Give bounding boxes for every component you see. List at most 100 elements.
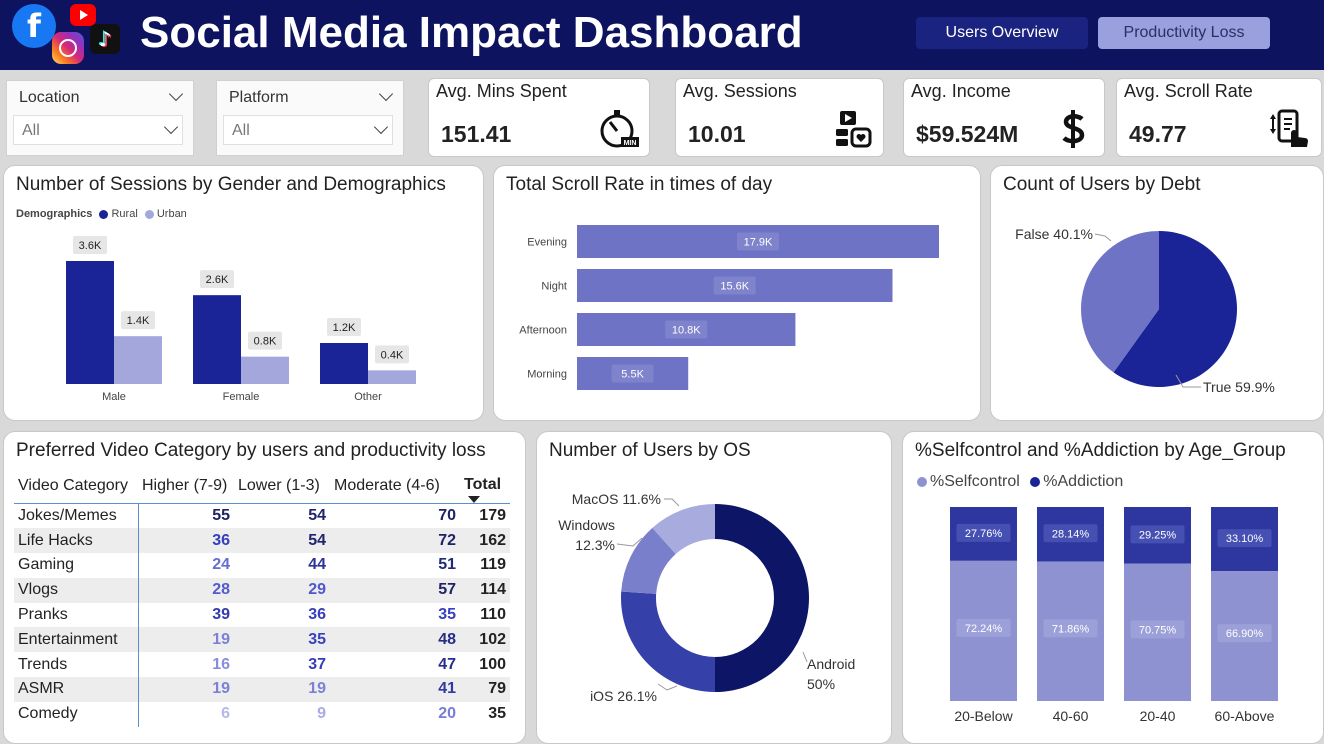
platform-dropdown[interactable]: All: [223, 115, 393, 145]
column-header[interactable]: Higher (7-9): [138, 468, 234, 504]
y-tick-label: Afternoon: [519, 325, 567, 337]
tiktok-icon: ♪: [90, 24, 120, 54]
users-overview-button[interactable]: Users Overview: [916, 17, 1088, 49]
table-row[interactable]: Jokes/Memes 55 54 70 179: [14, 503, 510, 529]
bar-data-label: 3.6K: [79, 240, 102, 252]
kpi-label: Avg. Income: [911, 81, 1011, 101]
youtube-icon: [70, 4, 96, 26]
value-cell: 16: [212, 655, 230, 673]
kpi-label: Avg. Mins Spent: [436, 81, 567, 101]
bar-urban[interactable]: [368, 370, 416, 384]
category-cell: Life Hacks: [14, 528, 139, 554]
kpi-avg-income: Avg. Income $59.524M: [903, 78, 1105, 157]
donut-label-android: Android: [807, 656, 855, 672]
addiction-data-label: 28.14%: [1052, 528, 1090, 540]
selfcontrol-data-label: 66.90%: [1226, 628, 1264, 640]
total-column-header[interactable]: Total: [460, 468, 510, 504]
x-tick-label: Female: [223, 391, 260, 403]
value-cell: 36: [138, 528, 234, 554]
bar-data-label: 15.6K: [720, 281, 749, 293]
table-row[interactable]: Pranks 39 36 35 110: [14, 602, 510, 628]
bar-rural[interactable]: [66, 261, 114, 384]
donut-slice-android[interactable]: [715, 504, 809, 692]
phone-scroll-icon: [1270, 109, 1308, 147]
x-tick-label: 20-Below: [954, 708, 1013, 724]
total-cell: 119: [480, 556, 506, 574]
location-value: All: [22, 122, 40, 139]
total-cell: 162: [460, 528, 510, 554]
category-cell: ASMR: [14, 677, 139, 702]
table-row[interactable]: Life Hacks 36 54 72 162: [14, 528, 510, 554]
table-row[interactable]: Trends 16 37 47 100: [14, 652, 510, 678]
x-tick-label: Male: [102, 391, 126, 403]
bar-rural[interactable]: [193, 295, 241, 384]
donut-slice-ios[interactable]: [621, 591, 715, 692]
platform-slicer: Platform All: [216, 80, 404, 156]
value-cell: 70: [438, 507, 456, 525]
column-header[interactable]: Moderate (4-6): [330, 468, 460, 504]
table-row[interactable]: Vlogs 28 29 57 114: [14, 577, 510, 603]
value-cell: 19: [138, 627, 234, 653]
value-cell: 44: [308, 556, 326, 574]
location-label: Location: [19, 89, 80, 106]
x-tick-label: 40-60: [1053, 708, 1089, 724]
value-cell: 72: [330, 528, 460, 554]
value-cell: 6: [221, 705, 230, 723]
value-cell: 48: [330, 627, 460, 653]
scroll-rate-chart: Evening 17.9K Night 15.6K Afternoon 10.8K Morn…: [519, 225, 939, 390]
kpi-avg-scroll-rate: Avg. Scroll Rate 49.77: [1116, 78, 1322, 157]
bar-data-label: 1.2K: [333, 322, 356, 334]
bar-urban[interactable]: [114, 336, 162, 384]
value-cell: 19: [138, 677, 234, 702]
svg-text:MIN: MIN: [624, 140, 637, 147]
table-row[interactable]: Entertainment 19 35 48 102: [14, 627, 510, 653]
leader-line: [657, 683, 678, 691]
column-header[interactable]: Video Category: [14, 468, 138, 504]
bar-rural[interactable]: [320, 343, 368, 384]
value-cell: 41: [330, 677, 460, 702]
bar-data-label: 2.6K: [206, 274, 229, 286]
table-row[interactable]: Comedy 6 9 20 35: [14, 701, 510, 727]
table-row[interactable]: ASMR 19 19 41 79: [14, 677, 510, 702]
total-cell: 100: [479, 655, 506, 673]
x-tick-label: 60-Above: [1215, 708, 1275, 724]
instagram-icon: [52, 32, 84, 64]
social-logos: f ♪: [10, 2, 130, 68]
total-cell: 79: [460, 677, 510, 702]
bar-data-label: 5.5K: [621, 369, 644, 381]
bar-data-label: 17.9K: [744, 237, 773, 249]
sessions-gender-panel: Number of Sessions by Gender and Demogra…: [3, 165, 484, 421]
column-header[interactable]: Lower (1-3): [234, 468, 330, 504]
bar-urban[interactable]: [241, 356, 289, 384]
value-cell: 51: [438, 556, 456, 574]
table-title: Preferred Video Category by users and pr…: [16, 440, 486, 461]
chevron-down-icon[interactable]: [378, 86, 394, 102]
value-cell: 36: [308, 606, 326, 624]
table-header-row: Video Category Higher (7-9) Lower (1-3) …: [14, 468, 510, 504]
selfcontrol-data-label: 70.75%: [1139, 624, 1177, 636]
pie-label-false: False 40.1%: [1015, 226, 1093, 242]
kpi-value: 49.77: [1129, 121, 1187, 147]
productivity-loss-button[interactable]: Productivity Loss: [1098, 17, 1270, 49]
donut-label-windows: Windows: [558, 517, 615, 533]
value-cell: 35: [438, 606, 456, 624]
value-cell: 54: [308, 507, 326, 525]
leader-line: [664, 498, 680, 507]
value-cell: 24: [212, 556, 230, 574]
bar-data-label: 0.4K: [381, 349, 404, 361]
donut-label-macos: MacOS 11.6%: [572, 491, 661, 507]
value-cell: 35: [234, 627, 330, 653]
location-dropdown[interactable]: All: [13, 115, 183, 145]
debt-pie-chart: True 59.9% False 40.1%: [1015, 226, 1275, 395]
kpi-value: 151.41: [441, 121, 512, 147]
stopwatch-icon: MIN: [600, 110, 639, 148]
x-tick-label: Other: [354, 391, 382, 403]
category-cell: Jokes/Memes: [14, 503, 139, 529]
kpi-avg-mins: Avg. Mins Spent 151.41 MIN: [428, 78, 650, 157]
total-cell: 35: [488, 705, 506, 723]
debt-panel: Count of Users by Debt True 59.9% False 4…: [990, 165, 1324, 421]
bar-data-label: 0.8K: [254, 336, 277, 348]
table-row[interactable]: Gaming 24 44 51 119: [14, 553, 510, 578]
addiction-data-label: 27.76%: [965, 528, 1003, 540]
chevron-down-icon[interactable]: [168, 86, 184, 102]
